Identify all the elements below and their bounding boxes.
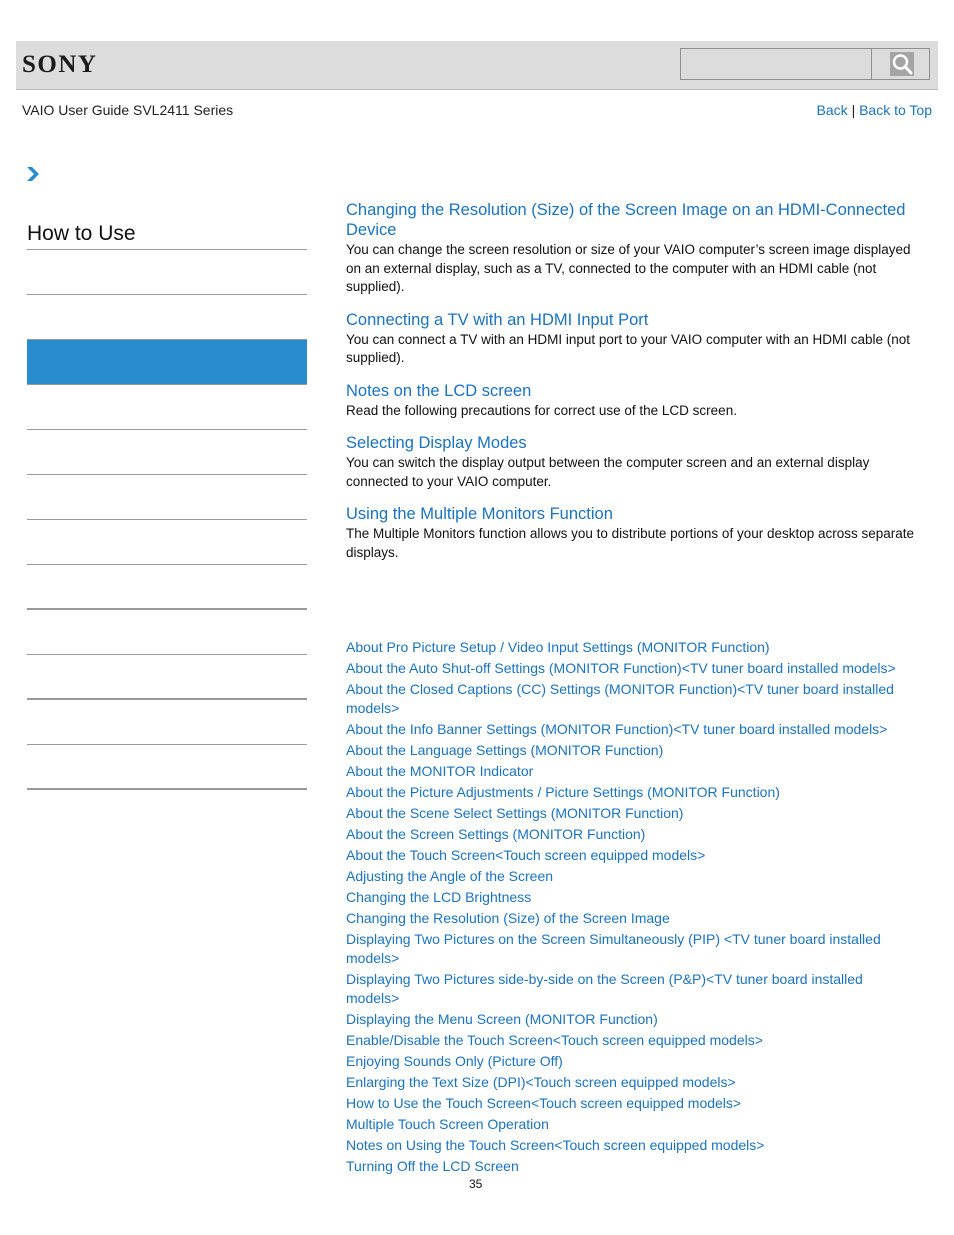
sidebar-item[interactable]: [27, 700, 307, 745]
topic-description: You can change the screen resolution or …: [346, 242, 911, 294]
related-link[interactable]: How to Use the Touch Screen<Touch screen…: [346, 1094, 916, 1113]
related-link[interactable]: Enjoying Sounds Only (Picture Off): [346, 1052, 916, 1071]
guide-title: VAIO User Guide SVL2411 Series: [22, 102, 234, 118]
search-button[interactable]: [871, 49, 929, 79]
related-link[interactable]: About the Info Banner Settings (MONITOR …: [346, 720, 916, 739]
breadcrumb-chevron-icon[interactable]: [26, 166, 40, 182]
sidebar: How to Use: [27, 218, 307, 790]
main-topics: Changing the Resolution (Size) of the Sc…: [346, 200, 921, 575]
related-link[interactable]: Changing the LCD Brightness: [346, 888, 916, 907]
related-link[interactable]: About the Scene Select Settings (MONITOR…: [346, 804, 916, 823]
search-icon: [890, 52, 914, 76]
header-bar: SONY: [16, 41, 938, 90]
related-link[interactable]: Enlarging the Text Size (DPI)<Touch scre…: [346, 1073, 916, 1092]
topic-item: Selecting Display Modes You can switch th…: [346, 433, 921, 491]
related-link[interactable]: Enable/Disable the Touch Screen<Touch sc…: [346, 1031, 916, 1050]
sidebar-item[interactable]: [27, 385, 307, 430]
topic-title-link[interactable]: Connecting a TV with an HDMI Input Port: [346, 310, 921, 330]
sidebar-item[interactable]: [27, 745, 307, 790]
topic-title-link[interactable]: Changing the Resolution (Size) of the Sc…: [346, 200, 921, 240]
topic-description: You can switch the display output betwee…: [346, 455, 870, 489]
sidebar-item[interactable]: [27, 520, 307, 565]
related-link[interactable]: About the Screen Settings (MONITOR Funct…: [346, 825, 916, 844]
topic-description: You can connect a TV with an HDMI input …: [346, 331, 911, 366]
related-link[interactable]: About the Auto Shut-off Settings (MONITO…: [346, 659, 916, 678]
back-link[interactable]: Back: [817, 102, 848, 118]
sidebar-title: How to Use: [27, 218, 307, 250]
sidebar-item[interactable]: [27, 565, 307, 610]
related-link[interactable]: About Pro Picture Setup / Video Input Se…: [346, 638, 916, 657]
related-link[interactable]: About the Closed Captions (CC) Settings …: [346, 680, 916, 718]
related-link[interactable]: About the MONITOR Indicator: [346, 762, 916, 781]
sidebar-item[interactable]: [27, 430, 307, 475]
related-links: About Pro Picture Setup / Video Input Se…: [346, 638, 916, 1178]
topic-description: Read the following precautions for corre…: [346, 402, 737, 418]
related-link[interactable]: Notes on Using the Touch Screen<Touch sc…: [346, 1136, 916, 1155]
topic-title-link[interactable]: Selecting Display Modes: [346, 433, 921, 453]
topic-description: The Multiple Monitors function allows yo…: [346, 526, 915, 560]
topic-item: Notes on the LCD screen Read the followin…: [346, 381, 921, 421]
sidebar-item[interactable]: [27, 610, 307, 655]
topic-item: Connecting a TV with an HDMI Input Port Y…: [346, 310, 921, 368]
sidebar-item[interactable]: [27, 250, 307, 295]
related-link[interactable]: Turning Off the LCD Screen: [346, 1157, 916, 1176]
search-input[interactable]: [681, 49, 871, 79]
related-link[interactable]: Adjusting the Angle of the Screen: [346, 867, 916, 886]
related-link[interactable]: Displaying Two Pictures on the Screen Si…: [346, 930, 916, 968]
topic-title-link[interactable]: Notes on the LCD screen: [346, 381, 921, 401]
sidebar-item-active[interactable]: [27, 340, 307, 385]
top-nav: Back | Back to Top: [817, 102, 932, 118]
topic-item: Changing the Resolution (Size) of the Sc…: [346, 200, 921, 297]
search-box: [680, 48, 930, 80]
sidebar-item[interactable]: [27, 655, 307, 700]
sidebar-item[interactable]: [27, 475, 307, 520]
related-link[interactable]: About the Language Settings (MONITOR Fun…: [346, 741, 916, 760]
topic-title-link[interactable]: Using the Multiple Monitors Function: [346, 504, 921, 524]
sony-logo: SONY: [22, 51, 98, 78]
related-link[interactable]: About the Touch Screen<Touch screen equi…: [346, 846, 916, 865]
sidebar-item[interactable]: [27, 295, 307, 340]
back-to-top-link[interactable]: Back to Top: [859, 102, 932, 118]
related-link[interactable]: Displaying the Menu Screen (MONITOR Func…: [346, 1010, 916, 1029]
nav-separator: |: [851, 102, 856, 118]
topic-item: Using the Multiple Monitors Function The …: [346, 504, 921, 562]
related-link[interactable]: Multiple Touch Screen Operation: [346, 1115, 916, 1134]
page-number: 35: [469, 1177, 483, 1191]
related-link[interactable]: About the Picture Adjustments / Picture …: [346, 783, 916, 802]
related-link[interactable]: Changing the Resolution (Size) of the Sc…: [346, 909, 916, 928]
related-link[interactable]: Displaying Two Pictures side-by-side on …: [346, 970, 916, 1008]
